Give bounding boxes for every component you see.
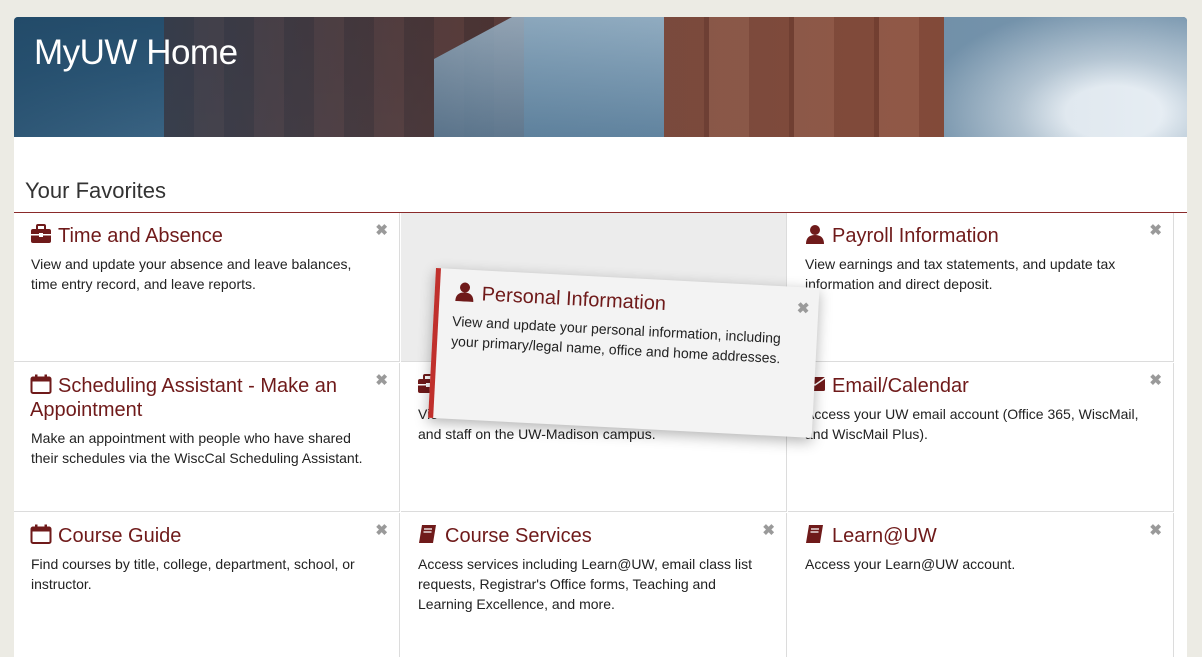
- remove-favorite-close-icon[interactable]: ✖: [375, 221, 388, 239]
- header-banner: MyUW Home: [14, 17, 1187, 137]
- tile-title[interactable]: Time and Absence: [30, 224, 360, 248]
- tile-title-text: Course Services: [445, 525, 592, 547]
- remove-favorite-close-icon[interactable]: ✖: [796, 299, 810, 318]
- tile-title-text: Email/Calendar: [832, 375, 969, 397]
- favorites-section-title: Your Favorites: [25, 178, 167, 203]
- calendar-icon: [30, 524, 52, 544]
- tile-title-text: Personal Information: [481, 283, 667, 316]
- page-title: MyUW Home: [34, 33, 238, 72]
- briefcase-icon: [31, 224, 51, 243]
- favorite-tile-learn-at-uw[interactable]: Learn@UW Access your Learn@UW account. ✖: [788, 513, 1174, 657]
- favorite-tile-time-and-absence[interactable]: Time and Absence View and update your ab…: [14, 213, 400, 362]
- remove-favorite-close-icon[interactable]: ✖: [375, 521, 388, 539]
- remove-favorite-close-icon[interactable]: ✖: [1149, 521, 1162, 539]
- tile-title[interactable]: Payroll Information: [804, 224, 1134, 248]
- tile-description: Access your UW email account (Office 365…: [805, 406, 1139, 442]
- tile-title-text: Scheduling Assistant - Make an Appointme…: [30, 375, 338, 421]
- tile-title[interactable]: Course Services: [417, 524, 747, 548]
- favorite-tile-course-services[interactable]: Course Services Access services includin…: [401, 513, 787, 657]
- calendar-icon: [30, 374, 52, 394]
- tile-description: View and update your absence and leave b…: [31, 256, 352, 292]
- favorite-tile-course-guide[interactable]: Course Guide Find courses by title, coll…: [14, 513, 400, 657]
- tile-title-text: Learn@UW: [832, 525, 937, 547]
- tile-title-text: Course Guide: [58, 525, 182, 547]
- favorite-tile-email-calendar[interactable]: Email/Calendar Access your UW email acco…: [788, 363, 1174, 512]
- user-icon: [455, 282, 474, 302]
- favorite-tile-payroll-information[interactable]: Payroll Information View earnings and ta…: [788, 213, 1174, 362]
- tile-description: Access your Learn@UW account.: [805, 556, 1016, 572]
- tile-title[interactable]: Scheduling Assistant - Make an Appointme…: [30, 374, 360, 422]
- tile-description: Access services including Learn@UW, emai…: [418, 556, 752, 612]
- user-icon: [806, 225, 824, 244]
- book-icon: [806, 525, 823, 543]
- remove-favorite-close-icon[interactable]: ✖: [375, 371, 388, 389]
- dragging-tile-personal-information[interactable]: Personal Information View and update you…: [428, 268, 820, 438]
- tile-title[interactable]: Course Guide: [30, 524, 360, 548]
- tile-title[interactable]: Email/Calendar: [804, 374, 1134, 398]
- tile-title[interactable]: Learn@UW: [804, 524, 1134, 548]
- favorite-tile-scheduling-assistant[interactable]: Scheduling Assistant - Make an Appointme…: [14, 363, 400, 512]
- remove-favorite-close-icon[interactable]: ✖: [762, 521, 775, 539]
- tile-title-text: Payroll Information: [832, 225, 999, 247]
- tile-title-text: Time and Absence: [58, 225, 223, 247]
- book-icon: [419, 525, 436, 543]
- remove-favorite-close-icon[interactable]: ✖: [1149, 371, 1162, 389]
- tile-description: Make an appointment with people who have…: [31, 430, 363, 466]
- tile-description: View earnings and tax statements, and up…: [805, 256, 1116, 292]
- remove-favorite-close-icon[interactable]: ✖: [1149, 221, 1162, 239]
- tile-description: Find courses by title, college, departme…: [31, 556, 355, 592]
